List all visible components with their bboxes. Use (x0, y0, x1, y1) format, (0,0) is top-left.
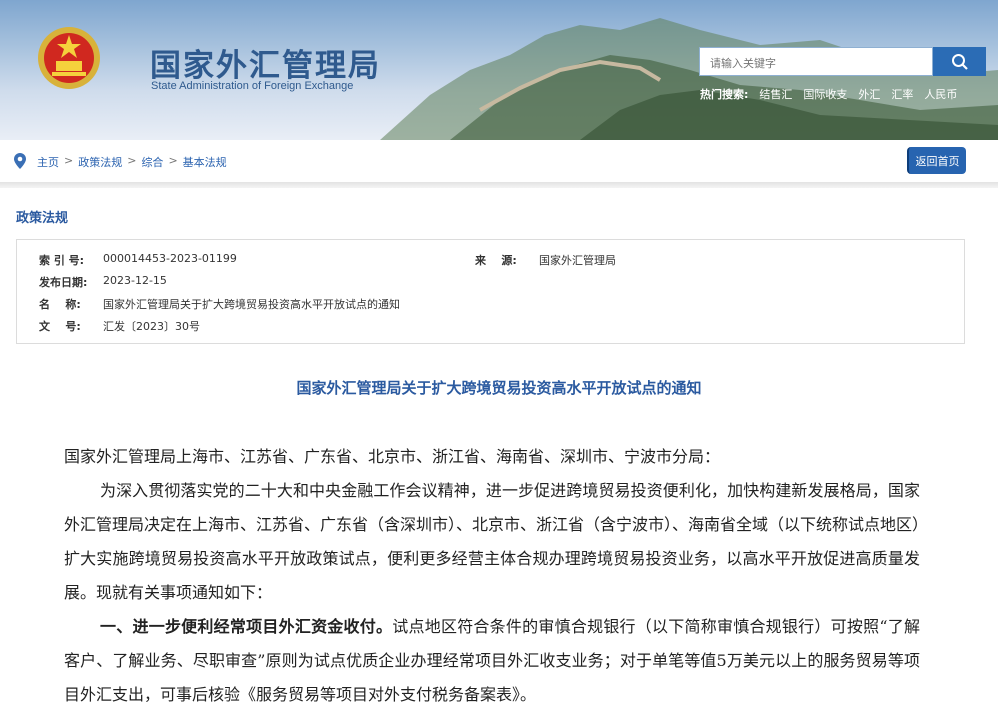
info-value: 国家外汇管理局关于扩大跨境贸易投资高水平开放试点的通知 (103, 298, 400, 311)
info-value: 国家外汇管理局 (539, 254, 616, 267)
search-icon (951, 53, 968, 70)
site-header: 国家外汇管理局 State Administration of Foreign … (0, 0, 998, 140)
back-home-button[interactable]: 返回首页 (907, 147, 966, 174)
info-value: 汇发〔2023〕30号 (103, 320, 200, 333)
document-title: 国家外汇管理局关于扩大跨境贸易投资高水平开放试点的通知 (296, 379, 702, 397)
breadcrumb-general[interactable]: 综合 (141, 154, 163, 170)
document-info-box: 索 引 号: 000014453-2023-01199 来 源: 国家外汇管理局… (16, 239, 965, 344)
section-title: 政策法规 (16, 211, 69, 226)
breadcrumb-separator: > (64, 154, 74, 167)
info-value: 000014453-2023-01199 (103, 252, 237, 265)
hot-search: 热门搜索: 结售汇 国际收支 外汇 汇率 人民币 (700, 86, 957, 102)
location-pin-icon (14, 153, 26, 169)
search-input[interactable] (708, 54, 912, 72)
hot-search-item[interactable]: 人民币 (924, 86, 957, 102)
breadcrumb-basic-law[interactable]: 基本法规 (183, 154, 227, 170)
site-title[interactable]: 国家外汇管理局 (150, 40, 381, 85)
hot-search-item[interactable]: 国际收支 (803, 86, 847, 102)
paragraph-2: 一、进一步便利经常项目外汇资金收付。试点地区符合条件的审慎合规银行（以下简称审慎… (64, 610, 920, 712)
breadcrumb-policy[interactable]: 政策法规 (78, 154, 122, 170)
salutation: 国家外汇管理局上海市、江苏省、广东省、北京市、浙江省、海南省、深圳市、宁波市分局… (64, 447, 721, 466)
info-row-index: 索 引 号: 000014453-2023-01199 (39, 252, 237, 268)
info-label: 来 源: (475, 254, 517, 267)
hot-search-label: 热门搜索: (700, 88, 749, 101)
national-emblem-icon (38, 27, 100, 89)
site-subtitle: State Administration of Foreign Exchange (151, 80, 354, 92)
paragraph-2-heading: 一、进一步便利经常项目外汇资金收付。 (100, 617, 393, 636)
divider (0, 182, 998, 188)
hot-search-item[interactable]: 外汇 (858, 86, 880, 102)
info-label: 发布日期: (39, 276, 88, 289)
search-box (699, 47, 933, 76)
breadcrumb-separator: > (127, 154, 137, 167)
info-label: 索 引 号: (39, 254, 85, 267)
info-label: 文 号: (39, 320, 81, 333)
info-row-name: 名 称: 国家外汇管理局关于扩大跨境贸易投资高水平开放试点的通知 (39, 296, 400, 312)
document-body: 国家外汇管理局上海市、江苏省、广东省、北京市、浙江省、海南省、深圳市、宁波市分局… (64, 440, 920, 712)
hot-search-item[interactable]: 汇率 (891, 86, 913, 102)
breadcrumb-separator: > (168, 154, 178, 167)
info-row-source: 来 源: 国家外汇管理局 (475, 252, 616, 268)
info-label: 名 称: (39, 298, 81, 311)
breadcrumb-home[interactable]: 主页 (37, 154, 59, 170)
hot-search-item[interactable]: 结售汇 (759, 86, 792, 102)
paragraph-1: 为深入贯彻落实党的二十大和中央金融工作会议精神，进一步促进跨境贸易投资便利化，加… (64, 481, 921, 602)
search-button[interactable] (933, 47, 986, 76)
breadcrumb: 主页 > 政策法规 > 综合 > 基本法规 (37, 154, 227, 170)
info-row-docnum: 文 号: 汇发〔2023〕30号 (39, 318, 200, 334)
info-row-date: 发布日期: 2023-12-15 (39, 274, 167, 290)
info-value: 2023-12-15 (103, 274, 167, 287)
